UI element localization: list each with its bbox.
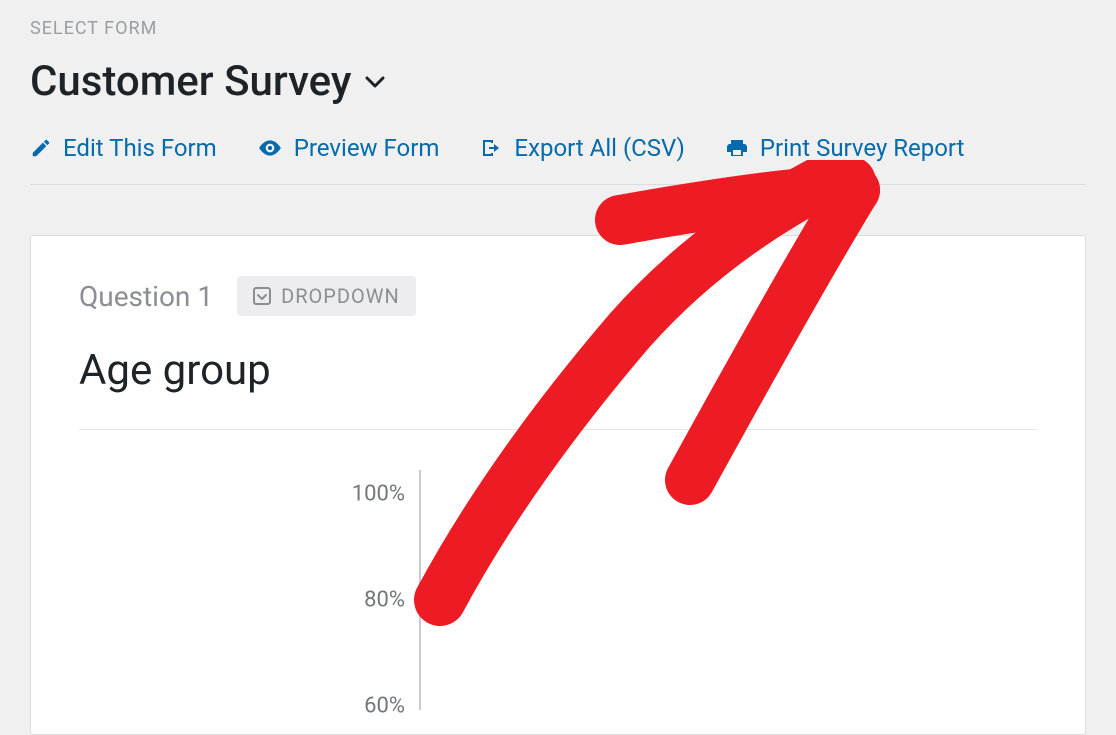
pencil-icon — [30, 137, 52, 159]
print-report-link[interactable]: Print Survey Report — [725, 134, 965, 162]
preview-form-label: Preview Form — [294, 134, 440, 162]
question-number: Question 1 — [79, 280, 213, 313]
print-report-label: Print Survey Report — [760, 134, 965, 162]
dropdown-icon — [253, 287, 271, 305]
y-tick-100: 100% — [352, 482, 405, 507]
edit-form-link[interactable]: Edit This Form — [30, 134, 217, 162]
export-icon — [479, 136, 503, 160]
question-type-label: DROPDOWN — [281, 284, 400, 308]
y-tick-60: 60% — [364, 694, 405, 719]
divider — [79, 429, 1037, 430]
export-csv-label: Export All (CSV) — [514, 134, 684, 162]
export-csv-link[interactable]: Export All (CSV) — [479, 134, 684, 162]
y-axis-line — [419, 470, 1037, 710]
question-card: Question 1 DROPDOWN Age group 100% 80% 6… — [30, 235, 1086, 735]
chart: 100% 80% 60% — [79, 470, 1037, 710]
question-type-badge: DROPDOWN — [237, 276, 416, 316]
action-bar: Edit This Form Preview Form Export All (… — [30, 134, 1086, 185]
eye-icon — [257, 135, 283, 161]
question-title: Age group — [79, 346, 1037, 395]
y-tick-80: 80% — [364, 588, 405, 613]
print-icon — [725, 136, 749, 160]
form-title: Customer Survey — [30, 57, 351, 106]
form-selector[interactable]: Customer Survey — [30, 57, 1086, 106]
chevron-down-icon — [365, 75, 385, 89]
section-label: SELECT FORM — [30, 18, 1086, 39]
preview-form-link[interactable]: Preview Form — [257, 134, 440, 162]
edit-form-label: Edit This Form — [63, 134, 217, 162]
